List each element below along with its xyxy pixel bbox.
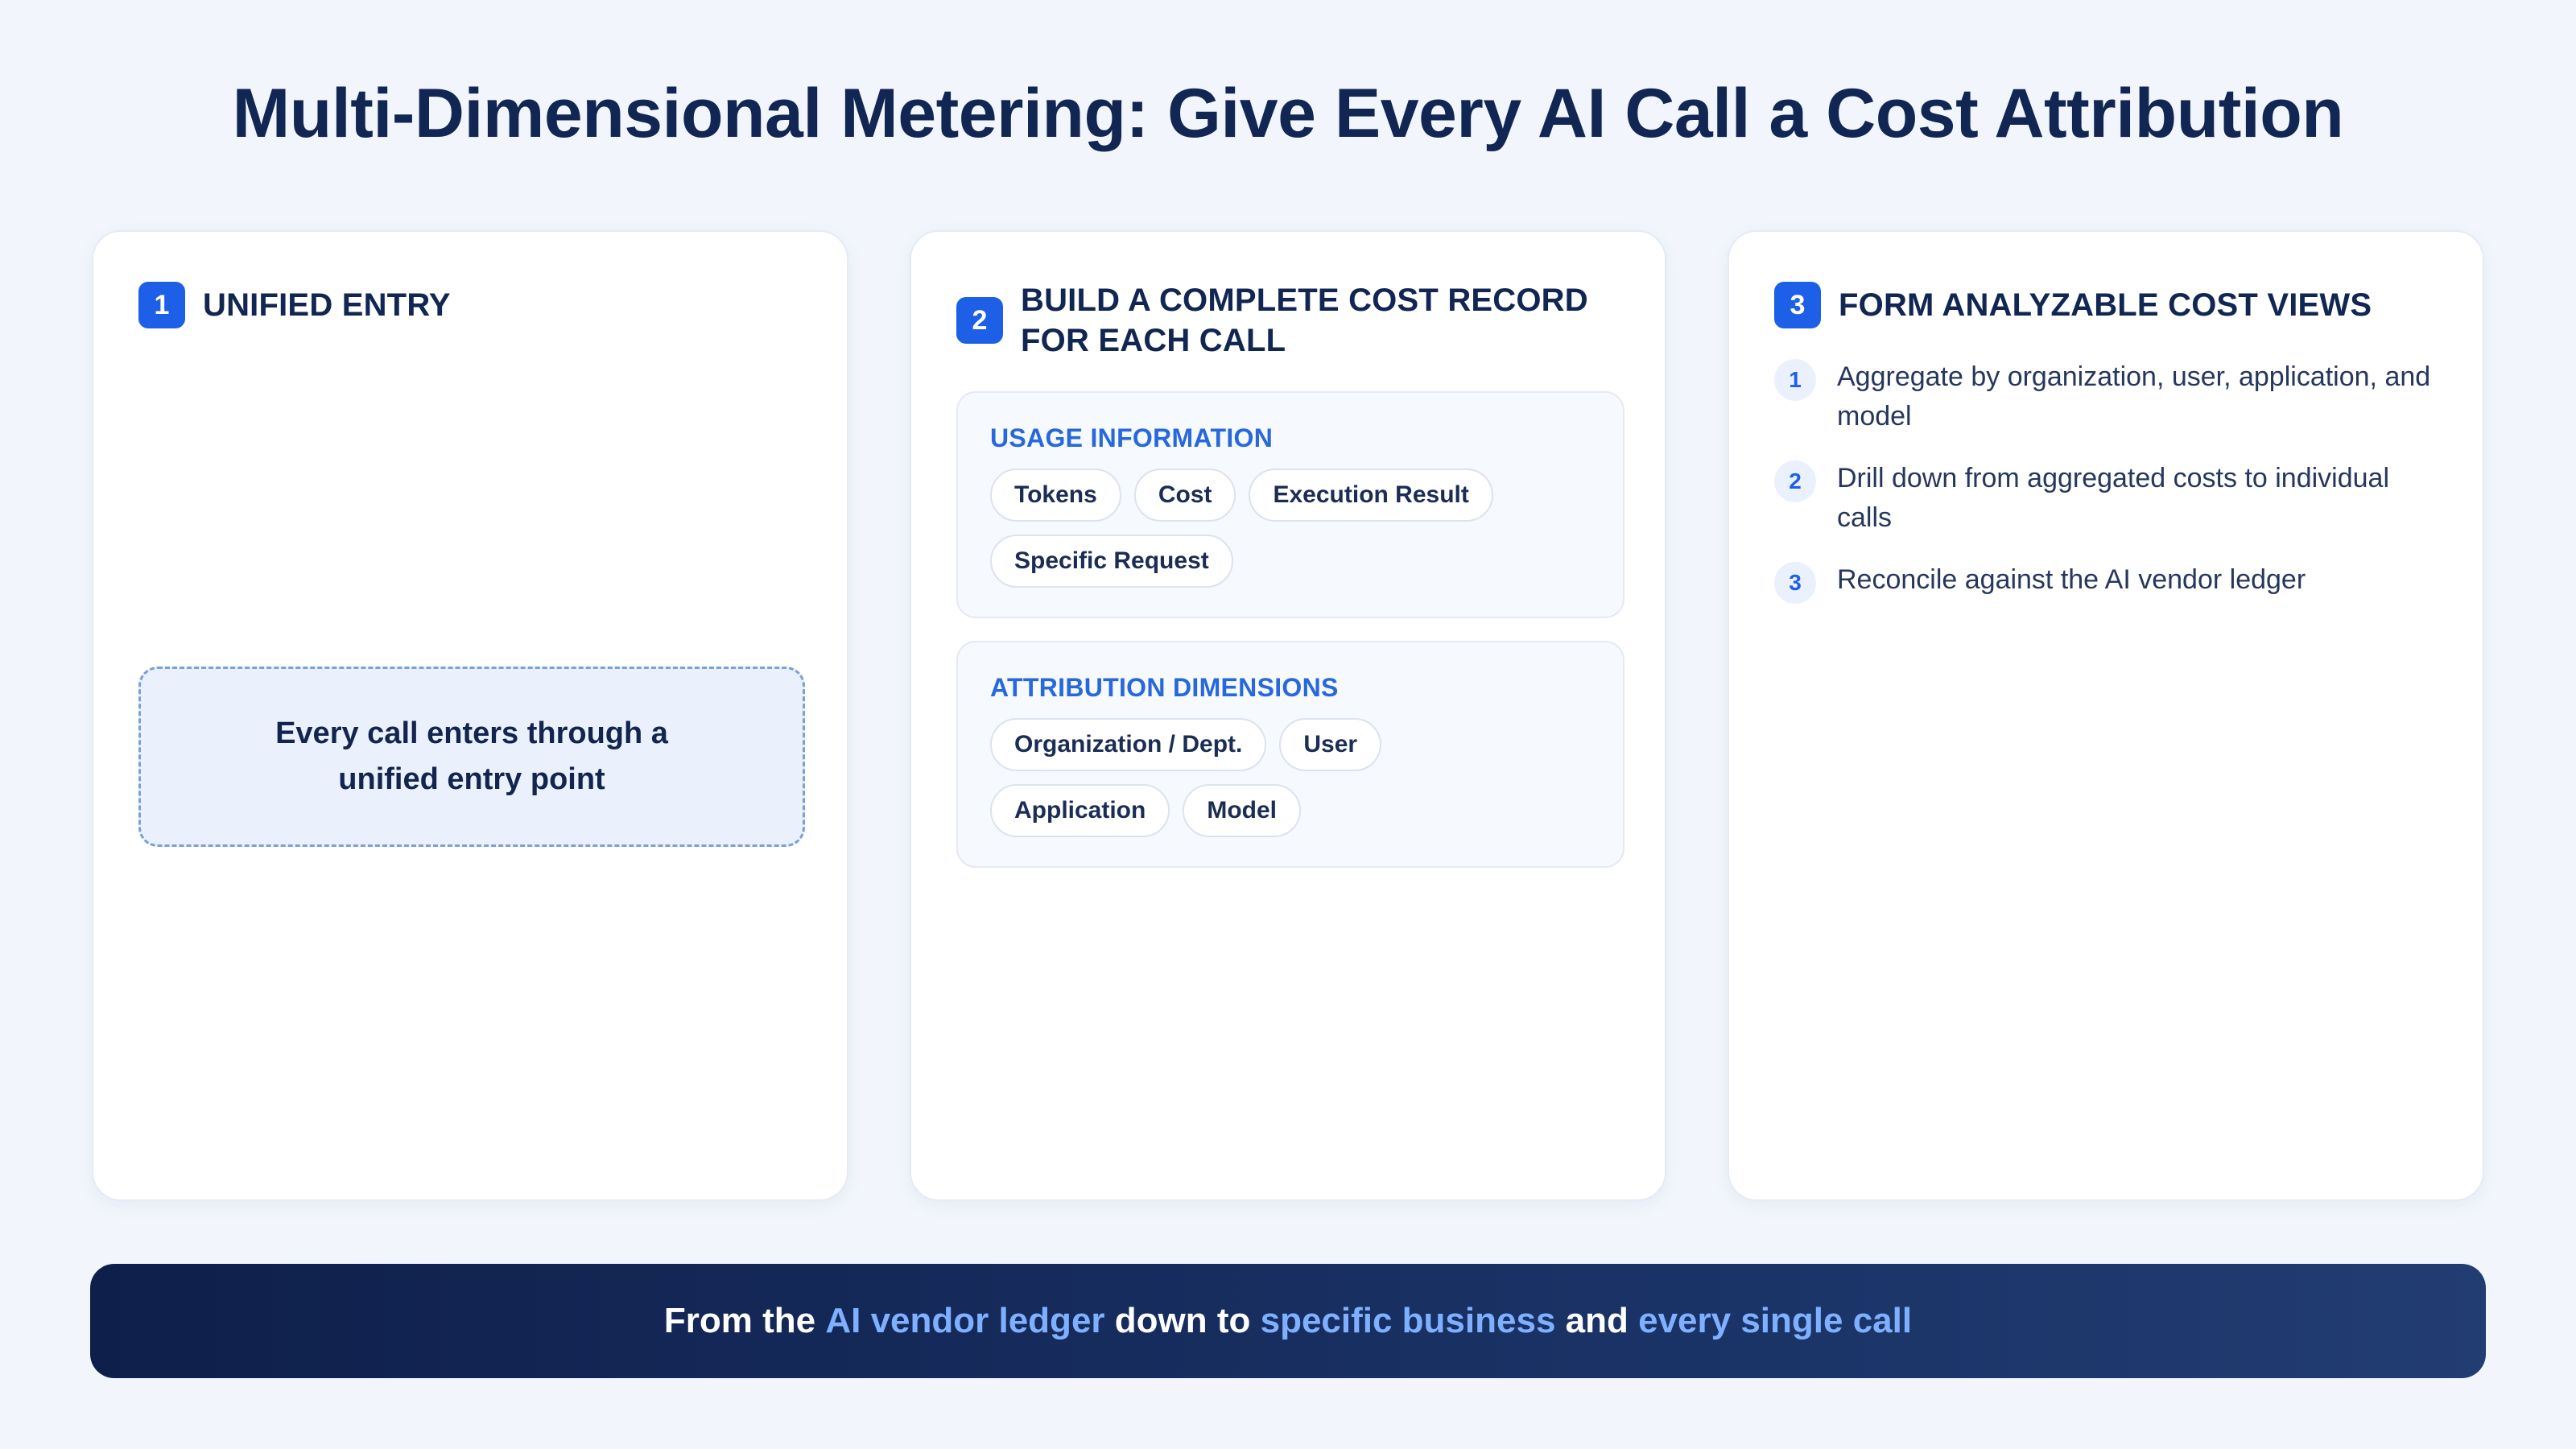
banner-text: From the: [663, 1301, 826, 1340]
summary-banner: From the AI vendor ledger down to specif…: [90, 1264, 2486, 1378]
card-header: 1 UNIFIED ENTRY: [138, 282, 802, 328]
card-header: 2 BUILD A COMPLETE COST RECORD FOR EACH …: [956, 280, 1620, 361]
tag-list: Organization / Dept. User Application Mo…: [990, 718, 1570, 837]
tag-execution-result: Execution Result: [1249, 469, 1493, 522]
card-title: BUILD A COMPLETE COST RECORD FOR EACH CA…: [1021, 283, 1588, 358]
step-number-badge: 3: [1774, 282, 1821, 328]
banner-text: and: [1555, 1301, 1639, 1340]
tag-user: User: [1279, 718, 1382, 771]
banner-highlight: every single call: [1638, 1301, 1913, 1340]
tag-model: Model: [1183, 784, 1302, 837]
list-item: 2 Drill down from aggregated costs to in…: [1774, 460, 2442, 538]
step-number-badge: 1: [138, 282, 185, 328]
entry-text: Every call enters through a unified entr…: [275, 716, 668, 796]
tag-tokens: Tokens: [990, 469, 1121, 522]
step-number-badge: 2: [956, 297, 1003, 344]
card-cost-views: 3 FORM ANALYZABLE COST VIEWS 1 Aggregate…: [1728, 230, 2484, 1201]
banner-highlight: AI vendor ledger: [825, 1301, 1105, 1340]
section-label: USAGE INFORMATION: [990, 423, 1274, 452]
list-item-text: Reconcile against the AI vendor ledger: [1837, 564, 2306, 595]
list-item: 1 Aggregate by organization, user, appli…: [1774, 359, 2442, 436]
tag-list: Tokens Cost Execution Result Specific Re…: [990, 469, 1570, 588]
cost-view-list: 1 Aggregate by organization, user, appli…: [1774, 359, 2442, 630]
card-header: 3 FORM ANALYZABLE COST VIEWS: [1774, 282, 2438, 328]
list-item-text: Drill down from aggregated costs to indi…: [1837, 463, 2390, 533]
tag-specific-request: Specific Request: [990, 535, 1233, 588]
card-cost-record: 2 BUILD A COMPLETE COST RECORD FOR EACH …: [910, 230, 1666, 1201]
tag-organization: Organization / Dept.: [990, 718, 1267, 771]
list-item-number: 2: [1774, 460, 1816, 502]
list-item-text: Aggregate by organization, user, applica…: [1837, 361, 2431, 431]
section-label: ATTRIBUTION DIMENSIONS: [990, 673, 1339, 702]
tag-cost: Cost: [1133, 469, 1236, 522]
banner-text: down to: [1104, 1301, 1261, 1340]
tag-application: Application: [990, 784, 1170, 837]
list-item-number: 1: [1774, 359, 1816, 401]
card-title: UNIFIED ENTRY: [203, 287, 451, 323]
page: Multi-Dimensional Metering: Give Every A…: [0, 0, 2576, 1449]
usage-information-section: USAGE INFORMATION Tokens Cost Execution …: [956, 391, 1624, 618]
card-title: FORM ANALYZABLE COST VIEWS: [1839, 287, 2372, 323]
unified-entry-box: Every call enters through a unified entr…: [138, 667, 805, 847]
list-item: 3 Reconcile against the AI vendor ledger: [1774, 562, 2442, 604]
list-item-number: 3: [1774, 562, 1816, 604]
card-unified-entry: 1 UNIFIED ENTRY Every call enters throug…: [92, 230, 848, 1201]
banner-highlight: specific business: [1260, 1301, 1556, 1340]
page-title: Multi-Dimensional Metering: Give Every A…: [232, 75, 2344, 152]
attribution-dimensions-section: ATTRIBUTION DIMENSIONS Organization / De…: [956, 641, 1624, 868]
